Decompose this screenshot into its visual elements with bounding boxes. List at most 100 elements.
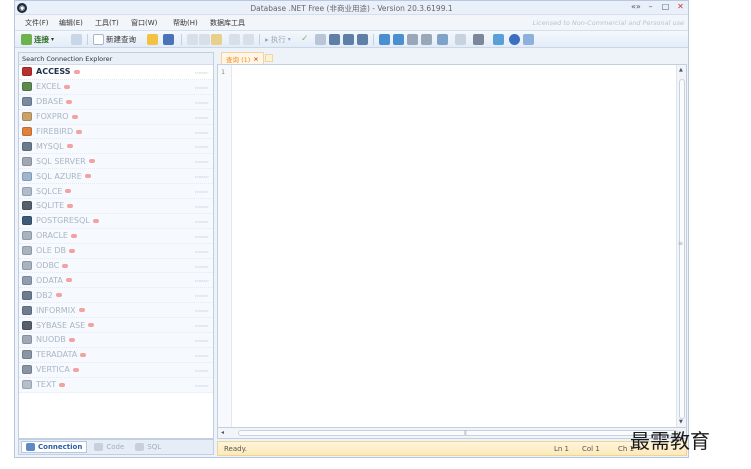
gear-icon[interactable] bbox=[473, 34, 484, 45]
scroll-grip-icon: ≡ bbox=[678, 240, 684, 247]
save-icon[interactable] bbox=[163, 34, 174, 45]
odata-icon bbox=[22, 275, 32, 285]
connection-item-oracle[interactable]: ORACLE <none> bbox=[19, 228, 213, 244]
tab-sql[interactable]: SQL bbox=[131, 441, 165, 453]
restore-panels-icon[interactable]: «» bbox=[631, 2, 641, 11]
check-syntax-icon[interactable]: ✓ bbox=[301, 34, 309, 44]
close-tab-icon[interactable]: × bbox=[253, 55, 258, 63]
connection-item-firebird[interactable]: FIREBIRD <none> bbox=[19, 124, 213, 140]
connection-item-text[interactable]: TEXT <none> bbox=[19, 377, 213, 393]
connection-item-label: FOXPRO bbox=[36, 112, 69, 122]
connection-item-informix[interactable]: INFORMIX <none> bbox=[19, 303, 213, 319]
globe-icon[interactable] bbox=[493, 34, 504, 45]
menu-edit[interactable]: 编辑(E) bbox=[59, 18, 83, 28]
import-icon[interactable] bbox=[357, 34, 368, 45]
tab-code[interactable]: Code bbox=[90, 441, 128, 453]
connection-item-foxpro[interactable]: FOXPRO <none> bbox=[19, 109, 213, 125]
connection-item-teradata[interactable]: TERADATA <none> bbox=[19, 347, 213, 363]
help-icon[interactable] bbox=[509, 34, 520, 45]
uncomment-icon[interactable] bbox=[393, 34, 404, 45]
search-icon[interactable] bbox=[455, 34, 466, 45]
undo-icon[interactable] bbox=[229, 34, 240, 45]
title-bar: ◉ Database .NET Free (非商业用途) - Version 2… bbox=[15, 1, 688, 15]
connection-item-mysql[interactable]: MYSQL <none> bbox=[19, 139, 213, 155]
export-icon[interactable] bbox=[343, 34, 354, 45]
connection-item-sqlce[interactable]: SQLCE <none> bbox=[19, 184, 213, 200]
outdent-icon[interactable] bbox=[421, 34, 432, 45]
sql-icon bbox=[135, 443, 145, 451]
mysql-icon bbox=[22, 141, 32, 151]
maximize-button[interactable]: □ bbox=[661, 2, 670, 11]
minimize-button[interactable]: – bbox=[646, 2, 655, 11]
connection-item-access[interactable]: ACCESS <none> bbox=[19, 65, 213, 80]
menu-help[interactable]: 帮助(H) bbox=[173, 18, 198, 28]
new-tab-button[interactable] bbox=[265, 54, 273, 62]
connect-button[interactable]: 连接 ▾ bbox=[21, 33, 54, 46]
connection-item-label: FIREBIRD bbox=[36, 127, 74, 136]
new-badge-icon bbox=[88, 159, 95, 164]
redo-icon[interactable] bbox=[243, 34, 254, 45]
connection-hint: <none> bbox=[194, 264, 209, 269]
new-query-button[interactable]: 新建查询 bbox=[93, 33, 136, 46]
horizontal-scrollbar[interactable]: ◂ ⦀ bbox=[217, 428, 687, 439]
connection-item-sql-server[interactable]: SQL SERVER <none> bbox=[19, 154, 213, 170]
connection-item-nuodb[interactable]: NUODB <none> bbox=[19, 333, 213, 348]
new-badge-icon bbox=[88, 323, 95, 328]
menu-file[interactable]: 文件(F) bbox=[25, 18, 49, 28]
close-button[interactable]: ✕ bbox=[676, 2, 685, 11]
new-badge-icon bbox=[84, 174, 91, 179]
connection-item-dbase[interactable]: DBASE <none> bbox=[19, 94, 213, 110]
vertica-icon bbox=[22, 365, 32, 375]
toolbar-separator bbox=[87, 34, 88, 45]
vertical-scrollbar[interactable]: ▲ ≡ ▼ bbox=[676, 65, 686, 427]
connection-item-ole-db[interactable]: OLE DB <none> bbox=[19, 243, 213, 259]
menu-tools[interactable]: 工具(T) bbox=[95, 18, 119, 28]
disconnect-icon[interactable] bbox=[71, 34, 82, 45]
plug-icon bbox=[21, 34, 32, 45]
scroll-up-icon[interactable]: ▲ bbox=[679, 67, 683, 73]
pin-icon[interactable] bbox=[523, 34, 534, 45]
indent-icon[interactable] bbox=[407, 34, 418, 45]
paste-icon[interactable] bbox=[211, 34, 222, 45]
connection-hint: <none> bbox=[194, 339, 209, 344]
status-ready: Ready. bbox=[224, 445, 247, 453]
menu-window[interactable]: 窗口(W) bbox=[131, 18, 157, 28]
explorer-search-header[interactable]: Search Connection Explorer bbox=[19, 53, 213, 65]
license-note: Licensed to Non-Commercial and Personal … bbox=[532, 19, 684, 27]
connection-hint: <none> bbox=[194, 175, 209, 180]
connection-item-sybase-ase[interactable]: SYBASE ASE <none> bbox=[19, 318, 213, 334]
connection-item-label: OLE DB bbox=[36, 246, 66, 256]
new-badge-icon bbox=[64, 84, 71, 89]
connection-item-odata[interactable]: ODATA <none> bbox=[19, 273, 213, 289]
copy-icon[interactable] bbox=[199, 34, 210, 45]
format-icon[interactable] bbox=[437, 34, 448, 45]
connection-item-odbc[interactable]: ODBC <none> bbox=[19, 258, 213, 274]
horizontal-scroll-thumb[interactable]: ⦀ bbox=[238, 430, 678, 437]
connection-item-excel[interactable]: EXCEL <none> bbox=[19, 79, 213, 95]
cut-icon[interactable] bbox=[187, 34, 198, 45]
comment-icon[interactable] bbox=[379, 34, 390, 45]
results-icon[interactable] bbox=[329, 34, 340, 45]
tab-connection[interactable]: Connection bbox=[21, 441, 88, 453]
connection-item-postgresql[interactable]: POSTGRESQL <none> bbox=[19, 213, 213, 229]
tab-query-1[interactable]: 查询 (1) × bbox=[221, 52, 264, 64]
connection-item-label: INFORMIX bbox=[36, 305, 76, 315]
connection-item-sqlite[interactable]: SQLITE <none> bbox=[19, 199, 213, 214]
connection-item-sql-azure[interactable]: SQL AZURE <none> bbox=[19, 169, 213, 185]
connection-item-db2[interactable]: DB2 <none> bbox=[19, 288, 213, 304]
scroll-left-icon[interactable]: ◂ bbox=[221, 429, 224, 436]
grid-view-icon[interactable] bbox=[315, 34, 326, 45]
connection-list: ACCESS <none> EXCEL <none> DBASE <none> FOXPRO… bbox=[19, 65, 213, 393]
connection-item-vertica[interactable]: VERTICA <none> bbox=[19, 362, 213, 378]
new-badge-icon bbox=[55, 293, 62, 298]
execute-button[interactable]: ▸ 执行 ▾ bbox=[265, 33, 291, 46]
connection-hint: <none> bbox=[194, 279, 209, 284]
vertical-scroll-thumb[interactable] bbox=[679, 79, 685, 419]
open-folder-icon[interactable] bbox=[147, 34, 158, 45]
code-icon bbox=[94, 443, 104, 451]
sqlce-icon bbox=[22, 186, 32, 196]
sql-editor[interactable]: 1 ▲ ≡ ▼ bbox=[217, 64, 687, 428]
menu-db-tools[interactable]: 数据库工具 bbox=[210, 18, 245, 28]
connection-item-label: NUODB bbox=[36, 335, 66, 345]
connection-item-label: SQL SERVER bbox=[36, 156, 86, 166]
